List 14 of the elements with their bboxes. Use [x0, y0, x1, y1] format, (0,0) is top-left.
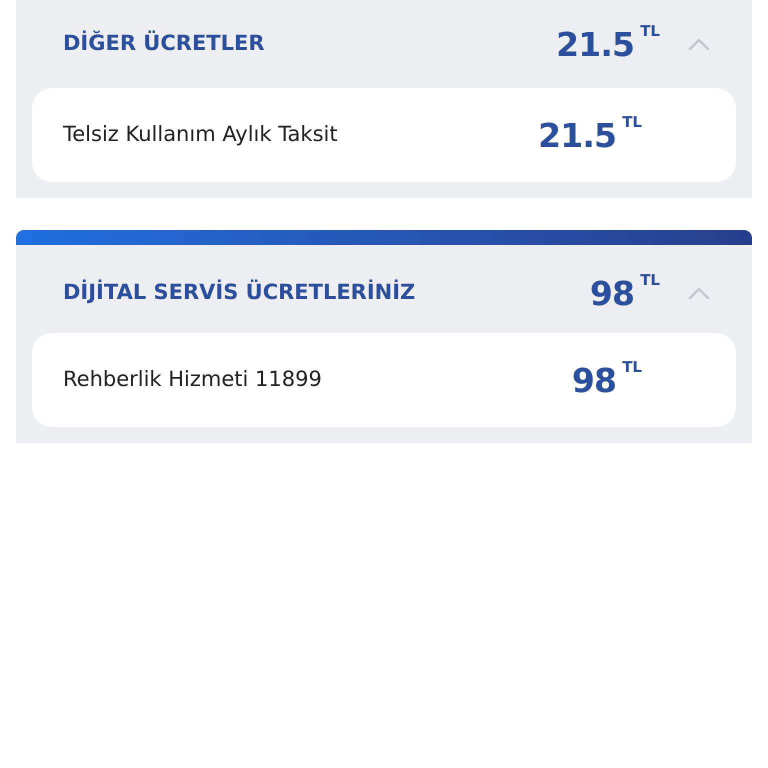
amount-value: 98	[572, 364, 616, 396]
amount-value: 21.5	[556, 28, 634, 60]
currency-label: TL	[640, 24, 660, 38]
chevron-up-icon[interactable]	[688, 287, 710, 299]
amount-value: 98	[590, 276, 634, 310]
currency-label: TL	[640, 272, 660, 288]
section-title: DİJİTAL SERVİS ÜCRETLERİNİZ	[63, 278, 416, 306]
currency-label: TL	[622, 360, 642, 374]
currency-label: TL	[622, 114, 642, 130]
fee-label: Rehberlik Hizmeti 11899	[63, 366, 323, 394]
section-title: DİĞER ÜCRETLER	[63, 30, 266, 58]
chevron-up-icon[interactable]	[688, 38, 710, 50]
amount-value: 21.5	[538, 118, 616, 152]
fee-label: Telsiz Kullanım Aylık Taksit	[63, 121, 339, 148]
